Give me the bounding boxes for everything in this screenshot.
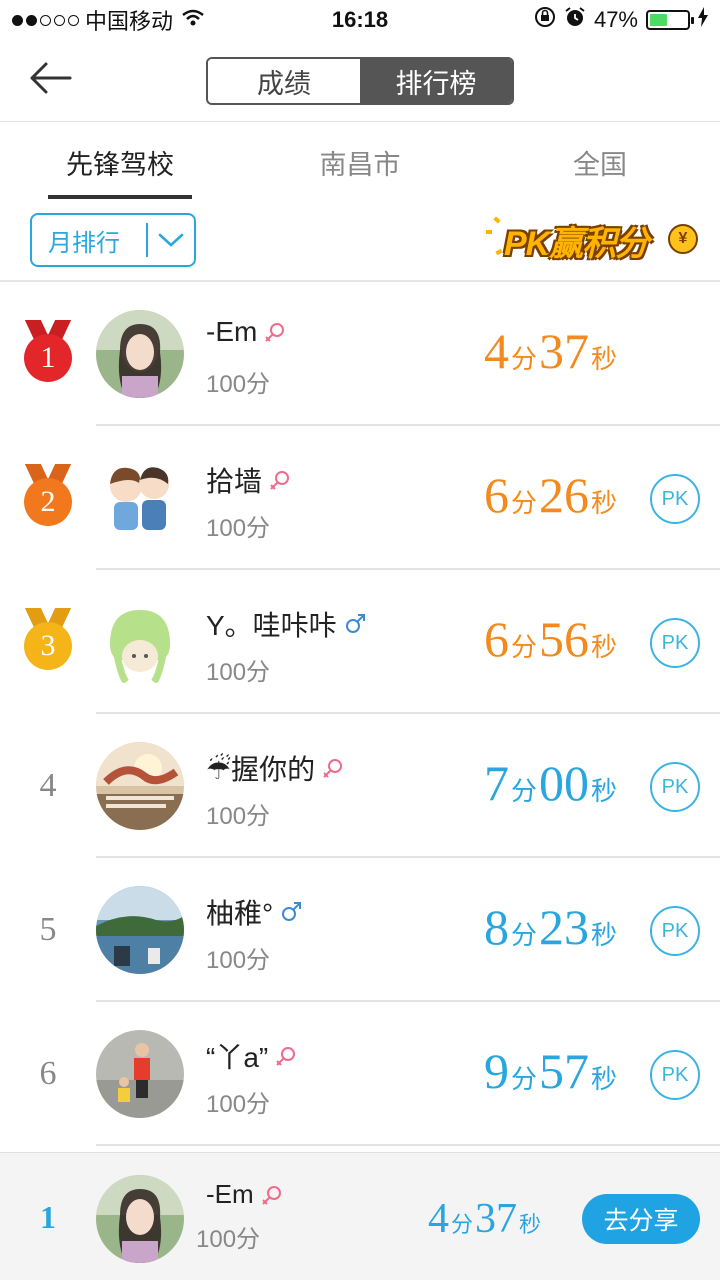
completion-time: 6 分 26 秒 bbox=[484, 467, 618, 523]
rank-number: 1 bbox=[24, 334, 72, 382]
pk-promo-banner[interactable]: PK赢积分 ¥ bbox=[482, 210, 700, 266]
user-score: 100分 bbox=[206, 659, 271, 686]
user-name: -Em bbox=[206, 316, 258, 347]
male-icon bbox=[279, 900, 303, 924]
user-name: 拾墙 bbox=[206, 466, 263, 497]
female-icon bbox=[263, 320, 287, 344]
completion-time: 6 分 56 秒 bbox=[484, 611, 618, 667]
pk-button[interactable]: PK bbox=[650, 762, 700, 812]
pk-button[interactable]: PK bbox=[650, 906, 700, 956]
leaderboard-row[interactable]: 4 ☔握你的 100分 7 分 00 秒 PK bbox=[0, 714, 720, 858]
avatar[interactable] bbox=[96, 742, 184, 830]
battery-icon bbox=[646, 10, 694, 30]
rank-number: 2 bbox=[24, 478, 72, 526]
user-name: Y。哇咔咔 bbox=[206, 610, 337, 641]
my-score: 100分 bbox=[196, 1226, 261, 1253]
avatar[interactable] bbox=[96, 886, 184, 974]
arrow-left-icon bbox=[30, 62, 72, 94]
female-icon bbox=[274, 1044, 298, 1068]
rotation-lock-icon bbox=[534, 6, 556, 34]
leaderboard-row[interactable]: 2 拾墙 100分 6 分 26 秒 PK bbox=[0, 426, 720, 570]
female-icon bbox=[260, 1183, 284, 1207]
rank-number: 6 bbox=[39, 1055, 57, 1092]
header: 成绩 排行榜 bbox=[0, 40, 720, 122]
carrier-name: 中国移动 bbox=[85, 9, 174, 34]
back-button[interactable] bbox=[28, 58, 78, 98]
coin-icon: ¥ bbox=[668, 224, 698, 254]
tab-national[interactable]: 全国 bbox=[480, 123, 720, 201]
user-name: “丫a” bbox=[206, 1042, 269, 1073]
leaderboard-row[interactable]: 5 柚稚° 100分 8 分 23 秒 PK bbox=[0, 858, 720, 1002]
rank-number: 4 bbox=[39, 767, 57, 804]
chevron-down-icon bbox=[148, 232, 194, 248]
pk-promo-text: PK赢积分 bbox=[504, 225, 649, 263]
user-score: 100分 bbox=[206, 947, 271, 974]
scope-tabs: 先锋驾校 南昌市 全国 bbox=[0, 123, 720, 201]
completion-time: 9 分 57 秒 bbox=[484, 1043, 618, 1099]
silver-medal-icon: 2 bbox=[22, 464, 74, 526]
rank-number: 5 bbox=[39, 911, 57, 948]
my-rank-number: 1 bbox=[40, 1198, 56, 1235]
gold-medal-icon: 1 bbox=[22, 320, 74, 382]
my-name: -Em bbox=[206, 1179, 254, 1209]
bronze-medal-icon: 3 bbox=[22, 608, 74, 670]
leaderboard-row[interactable]: 6 “丫a” 100分 9 分 57 秒 PK bbox=[0, 1002, 720, 1146]
signal-strength-icon bbox=[12, 14, 79, 26]
leaderboard-row[interactable]: 3 Y。哇咔咔 100分 6 分 56 秒 PK bbox=[0, 570, 720, 714]
female-icon bbox=[321, 756, 345, 780]
male-icon bbox=[343, 612, 367, 636]
completion-time: 7 分 00 秒 bbox=[484, 755, 618, 811]
user-score: 100分 bbox=[206, 1091, 271, 1118]
period-dropdown[interactable]: 月排行 bbox=[30, 213, 196, 267]
user-name: 柚稚° bbox=[206, 898, 274, 929]
tab-city[interactable]: 南昌市 bbox=[240, 123, 480, 201]
my-avatar[interactable] bbox=[96, 1175, 184, 1263]
my-rank-bar: 1 -Em 100分 4 分 37 秒 去分享 bbox=[0, 1152, 720, 1280]
avatar[interactable] bbox=[96, 454, 184, 542]
pk-button[interactable]: PK bbox=[650, 474, 700, 524]
user-name: ☔握你的 bbox=[206, 754, 316, 785]
status-bar: 中国移动 16:18 47% bbox=[0, 0, 720, 40]
avatar[interactable] bbox=[96, 598, 184, 686]
completion-time: 4 分 37 秒 bbox=[484, 323, 618, 379]
segmented-control: 成绩 排行榜 bbox=[206, 57, 514, 105]
rank-number: 3 bbox=[24, 622, 72, 670]
user-score: 100分 bbox=[206, 371, 271, 398]
tab-school[interactable]: 先锋驾校 bbox=[0, 123, 240, 201]
share-button[interactable]: 去分享 bbox=[582, 1194, 700, 1244]
period-label: 月排行 bbox=[48, 229, 120, 257]
charging-icon bbox=[698, 7, 708, 33]
user-score: 100分 bbox=[206, 515, 271, 542]
avatar[interactable] bbox=[96, 1030, 184, 1118]
my-completion-time: 4 分 37 秒 bbox=[428, 1196, 542, 1242]
completion-time: 8 分 23 秒 bbox=[484, 899, 618, 955]
leaderboard-row[interactable]: 1 -Em 100分 4 分 37 秒 bbox=[0, 282, 720, 426]
pk-button[interactable]: PK bbox=[650, 1050, 700, 1100]
avatar[interactable] bbox=[96, 310, 184, 398]
wifi-icon bbox=[181, 7, 205, 33]
leaderboard-list: 1 -Em 100分 4 分 37 秒 2 拾墙 100分 6 分 26 秒 P… bbox=[0, 282, 720, 1146]
female-icon bbox=[268, 468, 292, 492]
battery-percent: 47% bbox=[593, 7, 638, 32]
battery-level bbox=[650, 14, 667, 26]
user-score: 100分 bbox=[206, 803, 271, 830]
segment-leaderboard[interactable]: 排行榜 bbox=[360, 59, 512, 103]
pk-button[interactable]: PK bbox=[650, 618, 700, 668]
alarm-icon bbox=[564, 6, 586, 34]
segment-score[interactable]: 成绩 bbox=[208, 59, 360, 103]
